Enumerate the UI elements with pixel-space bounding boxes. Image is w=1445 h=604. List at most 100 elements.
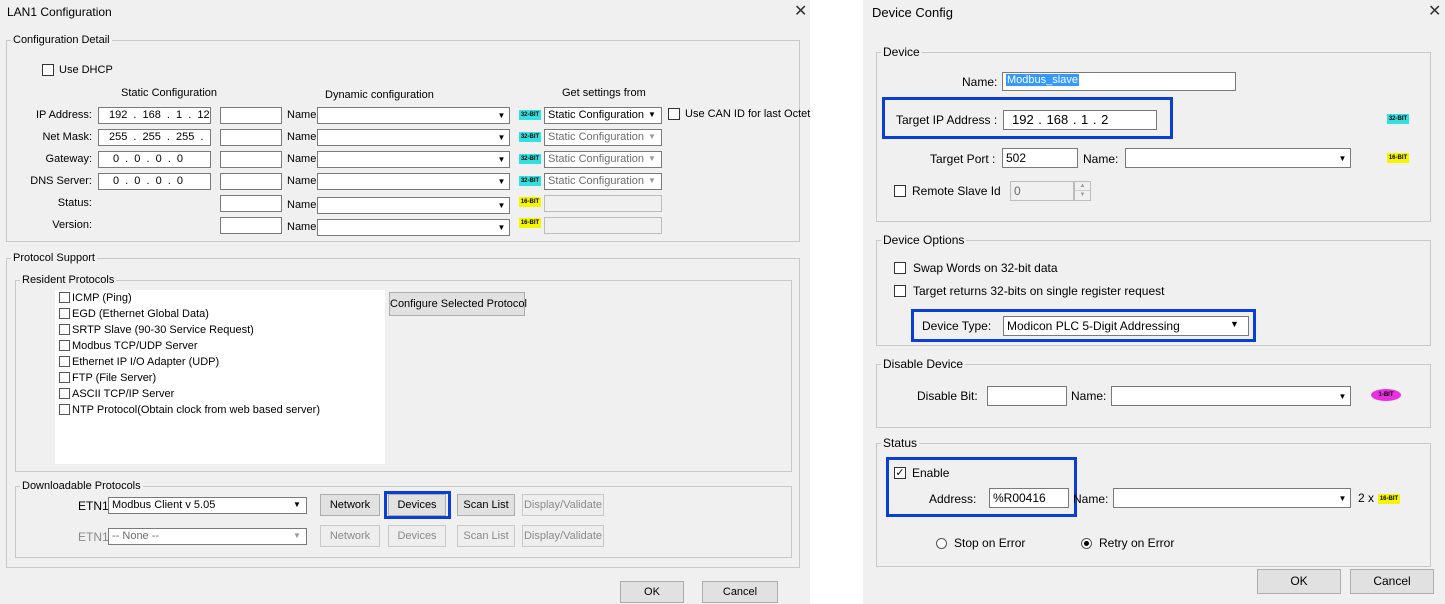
- display-validate-button: Display/Validate: [522, 494, 604, 516]
- static-extra-field[interactable]: [220, 151, 282, 168]
- enable-checkbox[interactable]: ✓: [894, 467, 906, 479]
- status-extra-field[interactable]: [220, 195, 282, 212]
- target-port-label: Target Port :: [930, 152, 996, 166]
- group-title: Downloadable Protocols: [20, 480, 143, 493]
- spin-up-icon: ▲: [1075, 182, 1090, 191]
- cancel-button[interactable]: Cancel: [1350, 569, 1434, 594]
- close-icon[interactable]: ✕: [794, 1, 807, 21]
- name-select[interactable]: ▼: [317, 107, 510, 124]
- chevron-down-icon: ▼: [648, 132, 656, 141]
- swap-words-label: Swap Words on 32-bit data: [913, 261, 1058, 275]
- protocol-checkbox[interactable]: [59, 292, 70, 303]
- name-select[interactable]: ▼: [317, 197, 510, 214]
- chevron-down-icon: ▼: [648, 154, 656, 163]
- ok-button[interactable]: OK: [1257, 569, 1341, 594]
- use-dhcp-label: Use DHCP: [59, 64, 113, 76]
- scan-list-button[interactable]: Scan List: [457, 494, 515, 516]
- name-label: Name:: [287, 153, 320, 165]
- remote-slave-field: 0: [1010, 181, 1074, 201]
- device-config-dialog: Device Config ✕ Device Name: Modbus_slav…: [863, 0, 1445, 604]
- gateway-field[interactable]: 0 . 0 . 0 . 0: [98, 151, 211, 168]
- name-select[interactable]: ▼: [317, 129, 510, 146]
- protocol-checkbox[interactable]: [59, 372, 70, 383]
- retry-on-error-radio[interactable]: [1081, 538, 1092, 549]
- ok-button[interactable]: OK: [620, 581, 684, 603]
- configure-protocol-button[interactable]: Configure Selected Protocol: [389, 292, 527, 316]
- protocol-label: EGD (Ethernet Global Data): [72, 308, 209, 320]
- swap-words-checkbox[interactable]: [894, 262, 906, 274]
- static-extra-field[interactable]: [220, 173, 282, 190]
- etn1-1-select[interactable]: Modbus Client v 5.05: [108, 497, 307, 514]
- chevron-down-icon: ▼: [648, 176, 656, 185]
- protocol-label: FTP (File Server): [72, 372, 157, 384]
- use-can-id-label: Use CAN ID for last Octet: [685, 108, 811, 120]
- protocol-item[interactable]: Ethernet IP I/O Adapter (UDP): [59, 356, 219, 369]
- static-config-header: Static Configuration: [121, 87, 217, 99]
- remote-slave-label: Remote Slave Id: [912, 184, 1001, 198]
- disable-bit-field[interactable]: [987, 386, 1067, 406]
- protocol-checkbox[interactable]: [59, 308, 70, 319]
- protocol-item[interactable]: EGD (Ethernet Global Data): [59, 308, 209, 321]
- name-label: Name:: [287, 199, 320, 211]
- protocol-label: Ethernet IP I/O Adapter (UDP): [72, 356, 220, 368]
- retry-on-error-label: Retry on Error: [1099, 536, 1175, 550]
- chevron-down-icon: ▼: [494, 108, 509, 123]
- protocol-checkbox[interactable]: [59, 324, 70, 335]
- cancel-button[interactable]: Cancel: [702, 581, 778, 603]
- ip-address-label: IP Address:: [35, 109, 92, 121]
- etn1-2-select: -- None --: [108, 528, 307, 545]
- settings-source-select[interactable]: Static Configuration: [544, 107, 662, 124]
- close-icon[interactable]: ✕: [1428, 1, 1441, 21]
- net-mask-field[interactable]: 255 . 255 . 255 . 0: [98, 129, 211, 146]
- status-name-label: Name:: [1073, 492, 1109, 506]
- port-name-select[interactable]: ▼: [1125, 148, 1351, 168]
- settings-source-select: Static Configuration: [544, 173, 662, 190]
- version-extra-field[interactable]: [220, 217, 282, 234]
- protocol-item[interactable]: SRTP Slave (90-30 Service Request): [59, 324, 254, 337]
- remote-slave-checkbox[interactable]: [894, 185, 906, 197]
- address-field[interactable]: %R00416: [989, 488, 1069, 508]
- protocol-item[interactable]: ASCII TCP/IP Server: [59, 388, 174, 401]
- target-returns-checkbox[interactable]: [894, 285, 906, 297]
- dynamic-config-header: Dynamic configuration: [325, 89, 434, 101]
- status-name-select[interactable]: ▼: [1113, 488, 1351, 508]
- name-select[interactable]: ▼: [317, 173, 510, 190]
- network-button: Network: [320, 525, 380, 547]
- name-select[interactable]: ▼: [317, 219, 510, 236]
- badge-32bit: 32-BIT: [519, 110, 541, 120]
- protocol-item[interactable]: FTP (File Server): [59, 372, 156, 385]
- devices-highlight: [384, 491, 451, 519]
- use-can-id-checkbox[interactable]: [668, 108, 680, 120]
- target-port-field[interactable]: 502: [1002, 148, 1078, 168]
- enable-label: Enable: [912, 466, 950, 480]
- protocol-item[interactable]: ICMP (Ping): [59, 292, 132, 305]
- group-title: Protocol Support: [11, 252, 97, 265]
- device-type-select[interactable]: Modicon PLC 5-Digit Addressing: [1003, 316, 1249, 336]
- protocol-checkbox[interactable]: [59, 356, 70, 367]
- disable-name-select[interactable]: ▼: [1111, 386, 1351, 406]
- network-button[interactable]: Network: [320, 494, 380, 516]
- protocol-checkbox[interactable]: [59, 388, 70, 399]
- name-label: Name:: [287, 175, 320, 187]
- chevron-down-icon: ▼: [1230, 319, 1239, 329]
- badge-16bit: 16-BIT: [519, 197, 541, 207]
- use-dhcp-checkbox[interactable]: [42, 64, 54, 76]
- dialog-title: Device Config: [872, 5, 953, 20]
- protocol-label: SRTP Slave (90-30 Service Request): [72, 324, 254, 336]
- badge-1bit: 1-BIT: [1371, 389, 1401, 401]
- chevron-down-icon: ▼: [1335, 151, 1350, 166]
- stop-on-error-radio[interactable]: [936, 538, 947, 549]
- target-ip-field[interactable]: 192 . 168 . 1 . 2: [1003, 110, 1157, 130]
- badge-32bit: 32-BIT: [519, 176, 541, 186]
- static-extra-field[interactable]: [220, 107, 282, 124]
- protocol-item[interactable]: NTP Protocol(Obtain clock from web based…: [59, 404, 320, 417]
- name-select[interactable]: ▼: [317, 151, 510, 168]
- ip-address-field[interactable]: 192 . 168 . 1 . 128: [98, 107, 211, 124]
- display-validate-button: Display/Validate: [522, 525, 604, 547]
- protocol-checkbox[interactable]: [59, 404, 70, 415]
- device-name-field[interactable]: Modbus_slave: [1002, 72, 1236, 91]
- static-extra-field[interactable]: [220, 129, 282, 146]
- protocol-checkbox[interactable]: [59, 340, 70, 351]
- dns-server-field[interactable]: 0 . 0 . 0 . 0: [98, 173, 211, 190]
- protocol-item[interactable]: Modbus TCP/UDP Server: [59, 340, 198, 353]
